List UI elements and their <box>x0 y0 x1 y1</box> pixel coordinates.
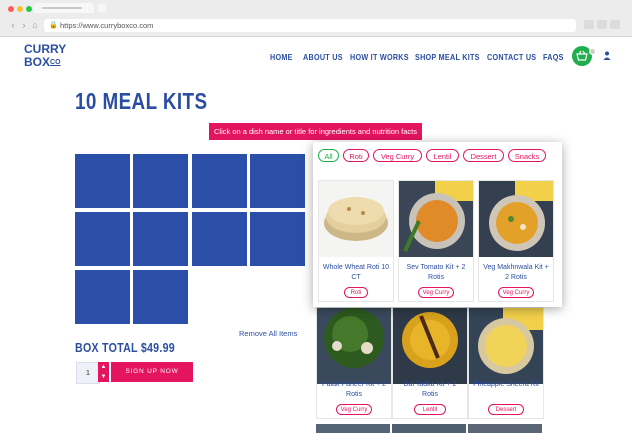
extension-icon[interactable] <box>597 20 607 29</box>
filter-snacks[interactable]: Snacks <box>508 149 546 162</box>
lock-icon: 🔒 <box>49 22 58 29</box>
browser-tab[interactable] <box>34 3 94 13</box>
product-name[interactable]: Sev Tomato Kit + 2 Rotis <box>401 263 471 283</box>
box-slot[interactable] <box>75 212 130 266</box>
nav-how-it-works[interactable]: HOW IT WORKS <box>350 52 409 62</box>
logo-line2: BOX <box>24 55 51 69</box>
product-card[interactable]: Pineapple Sheera Kit Dessert <box>468 307 544 419</box>
product-name[interactable]: Dal Tadka Kit + 2 Rotis <box>395 380 465 400</box>
product-image[interactable] <box>393 308 467 384</box>
extension-icon[interactable] <box>584 20 594 29</box>
nav-about-us[interactable]: ABOUT US <box>303 52 343 62</box>
browser-chrome: ‹ › ⌂ 🔒 https://www.curryboxco.com <box>0 0 632 37</box>
product-card[interactable]: Whole Wheat Roti 10 CT Roti <box>318 180 394 302</box>
increment-icon[interactable]: ▲ <box>98 362 109 372</box>
product-tag[interactable]: Veg Curry <box>498 287 534 298</box>
product-image[interactable] <box>319 181 393 257</box>
menu-icon[interactable] <box>610 20 620 29</box>
logo-suffix: CO <box>50 59 61 66</box>
product-name[interactable]: Pineapple Sheera Kit <box>471 380 541 390</box>
minimize-window-dot[interactable] <box>17 6 23 12</box>
decrement-icon[interactable]: ▼ <box>98 372 109 382</box>
product-card[interactable]: Palak Paneer Kit + 2 Rotis Veg Curry <box>316 307 392 419</box>
remove-all-link[interactable]: Remove All Items <box>239 329 297 338</box>
filter-dessert[interactable]: Dessert <box>463 149 504 162</box>
nav-shop-meal-kits[interactable]: SHOP MEAL KITS <box>415 52 480 62</box>
box-slot[interactable] <box>133 270 188 324</box>
filter-veg-curry[interactable]: Veg Curry <box>373 149 422 162</box>
product-image[interactable] <box>399 181 473 257</box>
forward-icon[interactable]: › <box>19 20 29 30</box>
filter-roti[interactable]: Roti <box>343 149 369 162</box>
box-slot[interactable] <box>133 154 188 208</box>
product-image-partial <box>316 424 390 433</box>
product-tag[interactable]: Roti <box>344 287 368 298</box>
nav-contact-us[interactable]: CONTACT US <box>487 52 536 62</box>
address-bar[interactable]: 🔒 https://www.curryboxco.com <box>44 19 576 32</box>
maximize-window-dot[interactable] <box>26 6 32 12</box>
product-card[interactable]: Dal Tadka Kit + 2 Rotis Lentil <box>392 307 468 419</box>
product-tag[interactable]: Veg Curry <box>336 404 372 415</box>
box-slot[interactable] <box>192 154 247 208</box>
box-slot[interactable] <box>75 154 130 208</box>
product-image[interactable] <box>469 308 543 384</box>
sign-up-button[interactable]: SIGN UP NOW <box>111 362 193 382</box>
info-banner: Click on a dish name or title for ingred… <box>209 123 422 140</box>
nav-faqs[interactable]: FAQS <box>543 52 564 62</box>
cart-count-badge <box>589 48 596 55</box>
quantity-field[interactable]: 1 <box>76 362 100 384</box>
product-tag[interactable]: Dessert <box>488 404 524 415</box>
product-image[interactable] <box>479 181 553 257</box>
product-card[interactable]: Veg Makhnwala Kit + 2 Rotis Veg Curry <box>478 180 554 302</box>
url-text: https://www.curryboxco.com <box>60 21 154 30</box>
page-title: 10 MEAL KITS <box>75 88 208 114</box>
nav-home[interactable]: HOME <box>270 52 293 62</box>
box-slot[interactable] <box>250 212 305 266</box>
filter-lentil[interactable]: Lentil <box>426 149 459 162</box>
box-slot[interactable] <box>75 270 130 324</box>
brand-logo[interactable]: CURRY BOXCO <box>24 43 66 73</box>
user-icon[interactable] <box>602 51 612 61</box>
tab-title-placeholder <box>42 7 82 9</box>
product-image[interactable] <box>317 308 391 384</box>
product-card[interactable]: Sev Tomato Kit + 2 Rotis Veg Curry <box>398 180 474 302</box>
box-slot[interactable] <box>133 212 188 266</box>
product-image-partial <box>468 424 542 433</box>
box-slot[interactable] <box>192 212 247 266</box>
product-image-partial <box>392 424 466 433</box>
back-icon[interactable]: ‹ <box>8 20 18 30</box>
home-icon[interactable]: ⌂ <box>30 20 40 30</box>
product-name[interactable]: Palak Paneer Kit + 2 Rotis <box>319 380 389 400</box>
product-tag[interactable]: Veg Curry <box>418 287 454 298</box>
browser-window: ‹ › ⌂ 🔒 https://www.curryboxco.com CURRY… <box>0 0 632 433</box>
close-window-dot[interactable] <box>8 6 14 12</box>
box-total: BOX TOTAL $49.99 <box>75 340 175 355</box>
product-tag[interactable]: Lentil <box>414 404 446 415</box>
product-name[interactable]: Whole Wheat Roti 10 CT <box>321 263 391 283</box>
new-tab-button[interactable] <box>98 4 106 12</box>
product-name[interactable]: Veg Makhnwala Kit + 2 Rotis <box>481 263 551 283</box>
box-slot[interactable] <box>250 154 305 208</box>
filter-all[interactable]: All <box>318 149 339 162</box>
